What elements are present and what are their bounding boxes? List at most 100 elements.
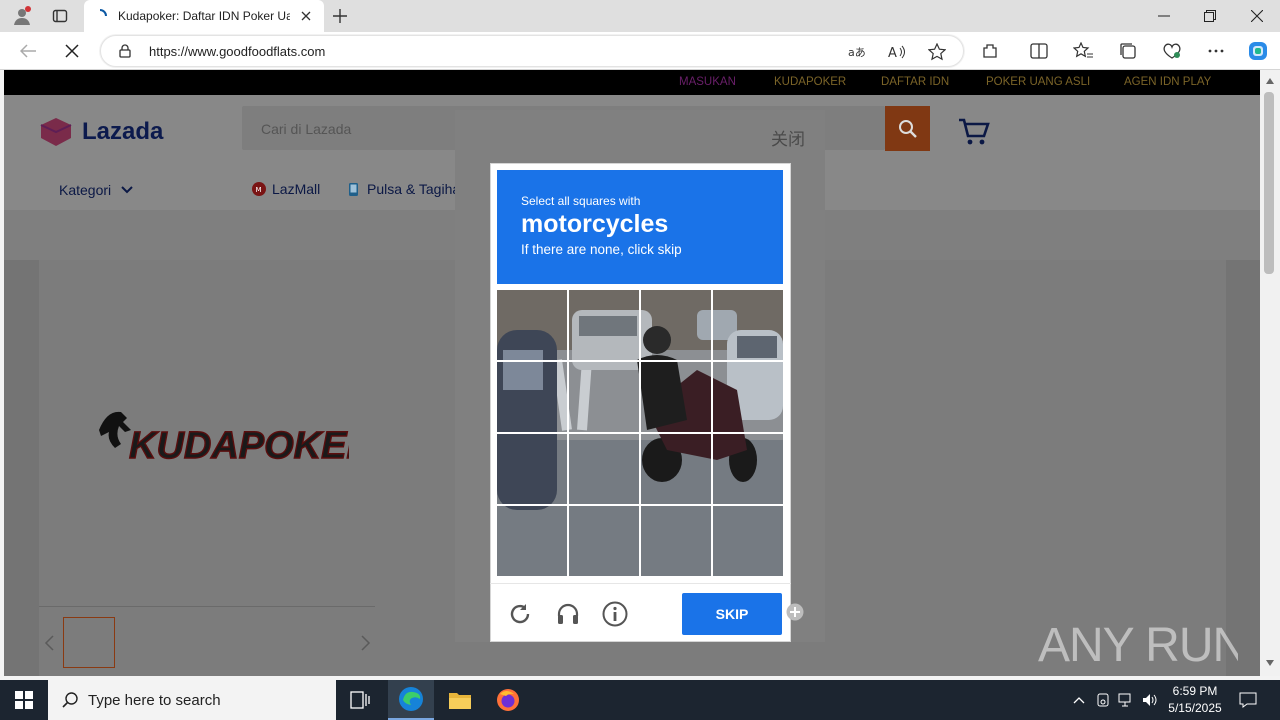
extensions-icon[interactable] <box>980 41 1000 61</box>
scroll-up-icon[interactable] <box>1263 74 1277 88</box>
captcha-tile[interactable] <box>713 362 783 432</box>
audio-challenge-icon[interactable] <box>555 601 581 627</box>
network-icon[interactable] <box>1117 690 1135 710</box>
stop-icon[interactable] <box>62 41 82 61</box>
task-view-icon[interactable] <box>340 680 380 720</box>
cart-icon[interactable] <box>958 117 990 147</box>
nav-link-masukan[interactable]: MASUKAN <box>679 76 736 88</box>
horse-logo-icon: KUDAPOKER <box>99 411 349 468</box>
favorite-star-icon[interactable] <box>927 42 947 62</box>
plus-circle-icon[interactable] <box>786 603 804 621</box>
reload-icon[interactable] <box>507 601 533 627</box>
clock-time: 6:59 PM <box>1172 684 1218 698</box>
scroll-down-icon[interactable] <box>1263 656 1277 670</box>
nav-link-daftar-idn[interactable]: DAFTAR IDN <box>881 76 949 88</box>
file-explorer-icon[interactable] <box>438 680 482 720</box>
category-menu[interactable]: Kategori <box>59 182 133 198</box>
skip-button[interactable]: SKIP <box>682 593 782 635</box>
thumb-next-icon[interactable] <box>361 635 371 651</box>
lazada-logo-text[interactable]: Lazada <box>82 118 163 146</box>
lazmall-icon: M <box>252 182 266 196</box>
svg-text:M: M <box>256 186 262 194</box>
captcha-hint: If there are none, click skip <box>521 242 682 257</box>
nav-link-poker-uang-asli[interactable]: POKER UANG ASLI <box>986 76 1090 88</box>
captcha-tile[interactable] <box>497 434 567 504</box>
thumbnail-divider <box>39 606 375 607</box>
captcha-tile[interactable] <box>569 290 639 360</box>
nav-link-agen-idn-play[interactable]: AGEN IDN PLAY <box>1124 76 1211 88</box>
site-search-button[interactable] <box>885 106 930 151</box>
address-bar[interactable]: https://www.goodfoodflats.com aあ A <box>100 35 964 67</box>
close-icon[interactable] <box>1247 6 1267 26</box>
captcha-tile[interactable] <box>641 290 711 360</box>
captcha-instruction: Select all squares with <box>521 194 641 208</box>
anyrun-watermark: ANY RUN <box>1038 606 1238 676</box>
taskbar-search-input[interactable]: Type here to search <box>48 680 336 720</box>
collections-icon[interactable] <box>1118 41 1138 61</box>
thumb-prev-icon[interactable] <box>44 635 54 651</box>
more-icon[interactable] <box>1206 41 1226 61</box>
modal-header: 关闭 <box>455 110 825 162</box>
read-aloud-icon[interactable]: A <box>887 42 907 62</box>
captcha-tile[interactable] <box>569 434 639 504</box>
modal-close-button[interactable]: 关闭 <box>771 125 805 150</box>
tab-close-icon[interactable] <box>298 8 314 24</box>
captcha-tile[interactable] <box>497 506 567 576</box>
product-thumbnail[interactable] <box>63 617 115 668</box>
lazada-logo-icon[interactable] <box>39 117 73 147</box>
captcha-tile[interactable] <box>497 362 567 432</box>
minimize-icon[interactable] <box>1154 6 1174 26</box>
browser-essentials-icon[interactable] <box>1162 41 1182 61</box>
captcha-tile[interactable] <box>713 506 783 576</box>
copilot-icon[interactable] <box>1246 39 1270 63</box>
site-search-placeholder: Cari di Lazada <box>261 121 352 137</box>
captcha-tile[interactable] <box>641 434 711 504</box>
lazmall-link[interactable]: M LazMall <box>252 181 320 197</box>
captcha-tile[interactable] <box>569 362 639 432</box>
pulsa-link[interactable]: Pulsa & Tagiha <box>348 181 460 197</box>
site-info-icon[interactable] <box>117 43 133 59</box>
volume-icon[interactable] <box>1141 690 1159 710</box>
info-icon[interactable] <box>602 601 628 627</box>
captcha-tile[interactable] <box>569 506 639 576</box>
tab-actions-icon[interactable] <box>50 6 70 26</box>
device-icon[interactable] <box>1094 690 1112 710</box>
captcha-tile[interactable] <box>497 290 567 360</box>
top-navigation: MASUKAN KUDAPOKER DAFTAR IDN POKER UANG … <box>4 70 1260 95</box>
captcha-tile[interactable] <box>641 506 711 576</box>
profile-icon[interactable] <box>10 4 34 28</box>
back-icon[interactable] <box>18 41 38 61</box>
system-clock[interactable]: 6:59 PM 5/15/2025 <box>1160 683 1230 717</box>
chevron-down-icon <box>121 186 133 194</box>
start-button-icon[interactable] <box>0 680 48 720</box>
search-icon <box>898 119 917 138</box>
captcha-tile[interactable] <box>641 362 711 432</box>
scrollbar-thumb[interactable] <box>1264 92 1274 274</box>
notifications-icon[interactable] <box>1232 680 1264 720</box>
taskbar-search-placeholder: Type here to search <box>88 691 221 709</box>
lazmall-label: LazMall <box>272 181 321 197</box>
captcha-tile[interactable] <box>713 290 783 360</box>
captcha-image-grid <box>497 290 783 576</box>
split-screen-icon[interactable] <box>1029 41 1049 61</box>
captcha-footer-divider <box>490 583 791 584</box>
banner-logo-text: KUDAPOKER <box>129 425 349 467</box>
url-text: https://www.goodfoodflats.com <box>149 44 326 59</box>
new-tab-icon[interactable] <box>330 6 350 26</box>
tab-title: Kudapoker: Daftar IDN Poker Uang <box>118 9 290 23</box>
favorites-icon[interactable] <box>1073 41 1093 61</box>
nav-link-kudapoker[interactable]: KUDAPOKER <box>774 76 846 88</box>
captcha-tile[interactable] <box>713 434 783 504</box>
search-icon <box>62 692 78 708</box>
active-tab[interactable]: Kudapoker: Daftar IDN Poker Uang <box>84 0 324 32</box>
captcha-target: motorcycles <box>521 210 669 238</box>
firefox-icon[interactable] <box>486 680 530 720</box>
edge-taskbar-icon[interactable] <box>388 680 434 720</box>
clock-date: 5/15/2025 <box>1168 701 1222 715</box>
restore-icon[interactable] <box>1200 6 1220 26</box>
translate-icon[interactable]: aあ <box>847 42 867 62</box>
kudapoker-banner-logo: KUDAPOKER <box>89 400 349 475</box>
svg-text:aあ: aあ <box>848 46 866 59</box>
chevron-up-icon[interactable] <box>1070 690 1088 710</box>
captcha-prompt: Select all squares with motorcycles If t… <box>497 170 783 284</box>
